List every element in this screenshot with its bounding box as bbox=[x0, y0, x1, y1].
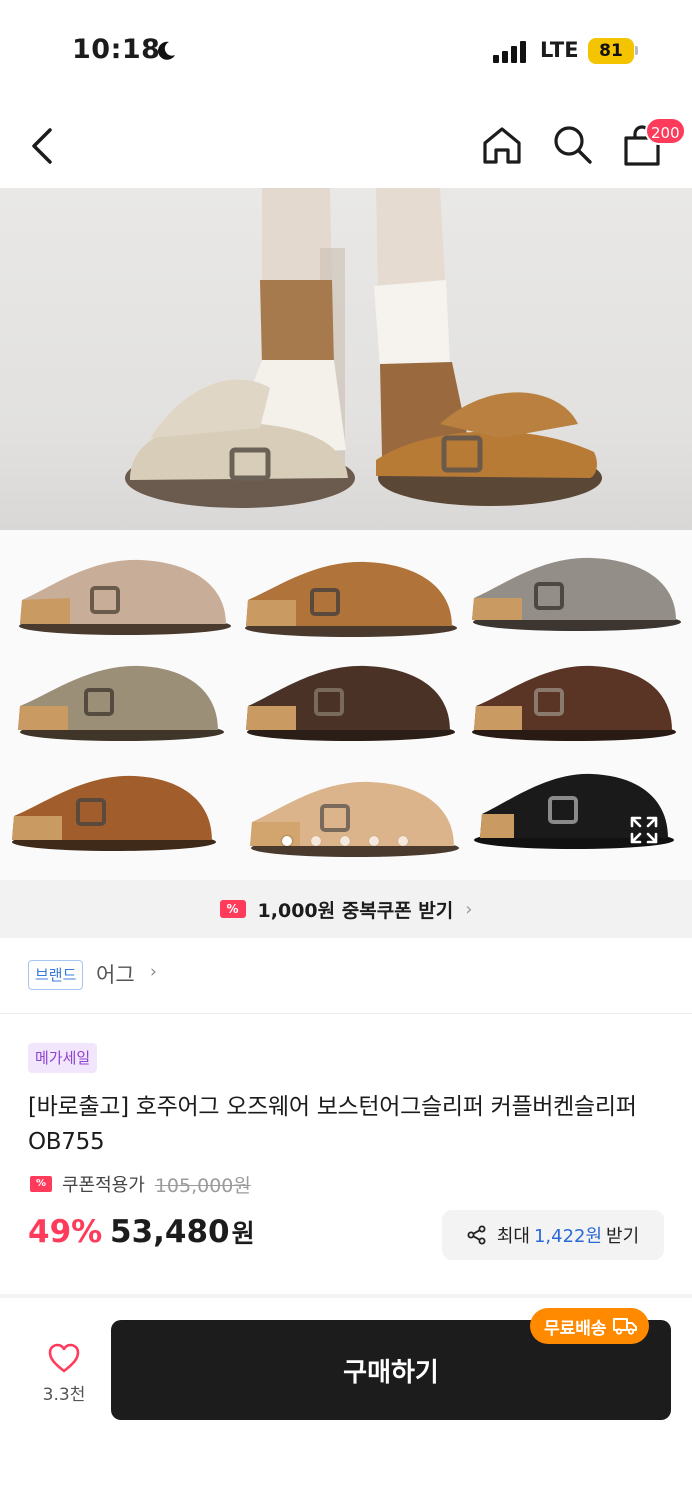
battery-icon: 81 bbox=[588, 38, 634, 64]
like-button[interactable]: 3.3천 bbox=[28, 1342, 100, 1412]
variant-thumbnail[interactable] bbox=[236, 538, 466, 650]
carousel-dot[interactable] bbox=[340, 836, 350, 846]
carousel-dot[interactable] bbox=[369, 836, 379, 846]
search-icon[interactable] bbox=[550, 122, 594, 166]
variant-thumbnail[interactable] bbox=[462, 650, 692, 762]
battery-tip bbox=[635, 46, 638, 55]
brand-tag: 브랜드 bbox=[28, 960, 84, 990]
product-hero-image[interactable] bbox=[0, 188, 692, 530]
coupon-price-label: 쿠폰적용가 bbox=[62, 1175, 145, 1196]
variant-thumbnail[interactable] bbox=[462, 538, 692, 650]
color-variant-grid bbox=[0, 530, 692, 880]
variant-thumbnail[interactable] bbox=[240, 762, 470, 874]
status-time: 10:18 bbox=[72, 34, 161, 65]
carousel-indicator bbox=[282, 836, 412, 848]
heart-icon bbox=[48, 1343, 80, 1373]
share-icon bbox=[467, 1225, 486, 1245]
carousel-dot[interactable] bbox=[282, 836, 292, 846]
chevron-right-icon: › bbox=[465, 898, 473, 920]
back-arrow-icon[interactable] bbox=[22, 124, 62, 168]
network-label: LTE bbox=[540, 38, 579, 62]
chevron-right-icon: › bbox=[150, 962, 157, 982]
brand-row[interactable]: 브랜드 어그 › bbox=[0, 938, 692, 1014]
free-shipping-badge: 무료배송 bbox=[530, 1308, 649, 1344]
variant-thumbnail[interactable] bbox=[10, 650, 240, 762]
share-reward-button[interactable]: 최대 1,422원 받기 bbox=[442, 1210, 664, 1260]
coupon-banner-text: 1,000원 중복쿠폰 받기 bbox=[257, 899, 454, 922]
signal-icon bbox=[493, 41, 529, 63]
bottom-action-bar: 3.3천 구매하기 무료배송 bbox=[0, 1298, 692, 1500]
variant-thumbnail[interactable] bbox=[10, 538, 240, 650]
cart-count-badge: 200 bbox=[645, 117, 686, 145]
status-bar: 10:18 LTE 81 bbox=[0, 0, 692, 100]
fullscreen-expand-icon[interactable] bbox=[628, 814, 660, 846]
truck-icon bbox=[612, 1318, 637, 1335]
discount-rate: 49% bbox=[28, 1214, 103, 1250]
top-nav bbox=[0, 100, 692, 188]
moon-icon bbox=[158, 41, 175, 60]
home-icon[interactable] bbox=[480, 124, 524, 166]
sale-price: 53,480원 bbox=[110, 1214, 255, 1250]
like-count: 3.3천 bbox=[42, 1385, 86, 1405]
hero-photo bbox=[125, 188, 602, 508]
brand-name[interactable]: 어그 bbox=[96, 960, 135, 990]
free-shipping-label: 무료배송 bbox=[544, 1318, 607, 1339]
product-title: [바로출고] 호주어그 오즈웨어 보스턴어그슬리퍼 커플버켄슬리퍼 OB755 bbox=[28, 1094, 637, 1155]
share-prefix: 최대 bbox=[496, 1226, 530, 1247]
coupon-icon bbox=[219, 900, 246, 918]
share-suffix: 받기 bbox=[606, 1226, 640, 1247]
currency-unit: 원 bbox=[231, 1219, 255, 1248]
variant-thumbnail[interactable] bbox=[4, 760, 234, 872]
carousel-dot[interactable] bbox=[398, 836, 408, 846]
coupon-price-row: 쿠폰적용가 105,000원 bbox=[30, 1170, 251, 1198]
carousel-dot[interactable] bbox=[311, 836, 321, 846]
mega-sale-badge: 메가세일 bbox=[28, 1043, 98, 1073]
duplicate-coupon-banner[interactable]: 1,000원 중복쿠폰 받기 › bbox=[0, 880, 692, 938]
original-price: 105,000원 bbox=[154, 1174, 251, 1197]
share-amount: 1,422원 bbox=[533, 1226, 603, 1247]
coupon-icon bbox=[30, 1176, 52, 1192]
variant-thumbnail[interactable] bbox=[236, 650, 466, 762]
price-value: 53,480 bbox=[110, 1214, 230, 1250]
